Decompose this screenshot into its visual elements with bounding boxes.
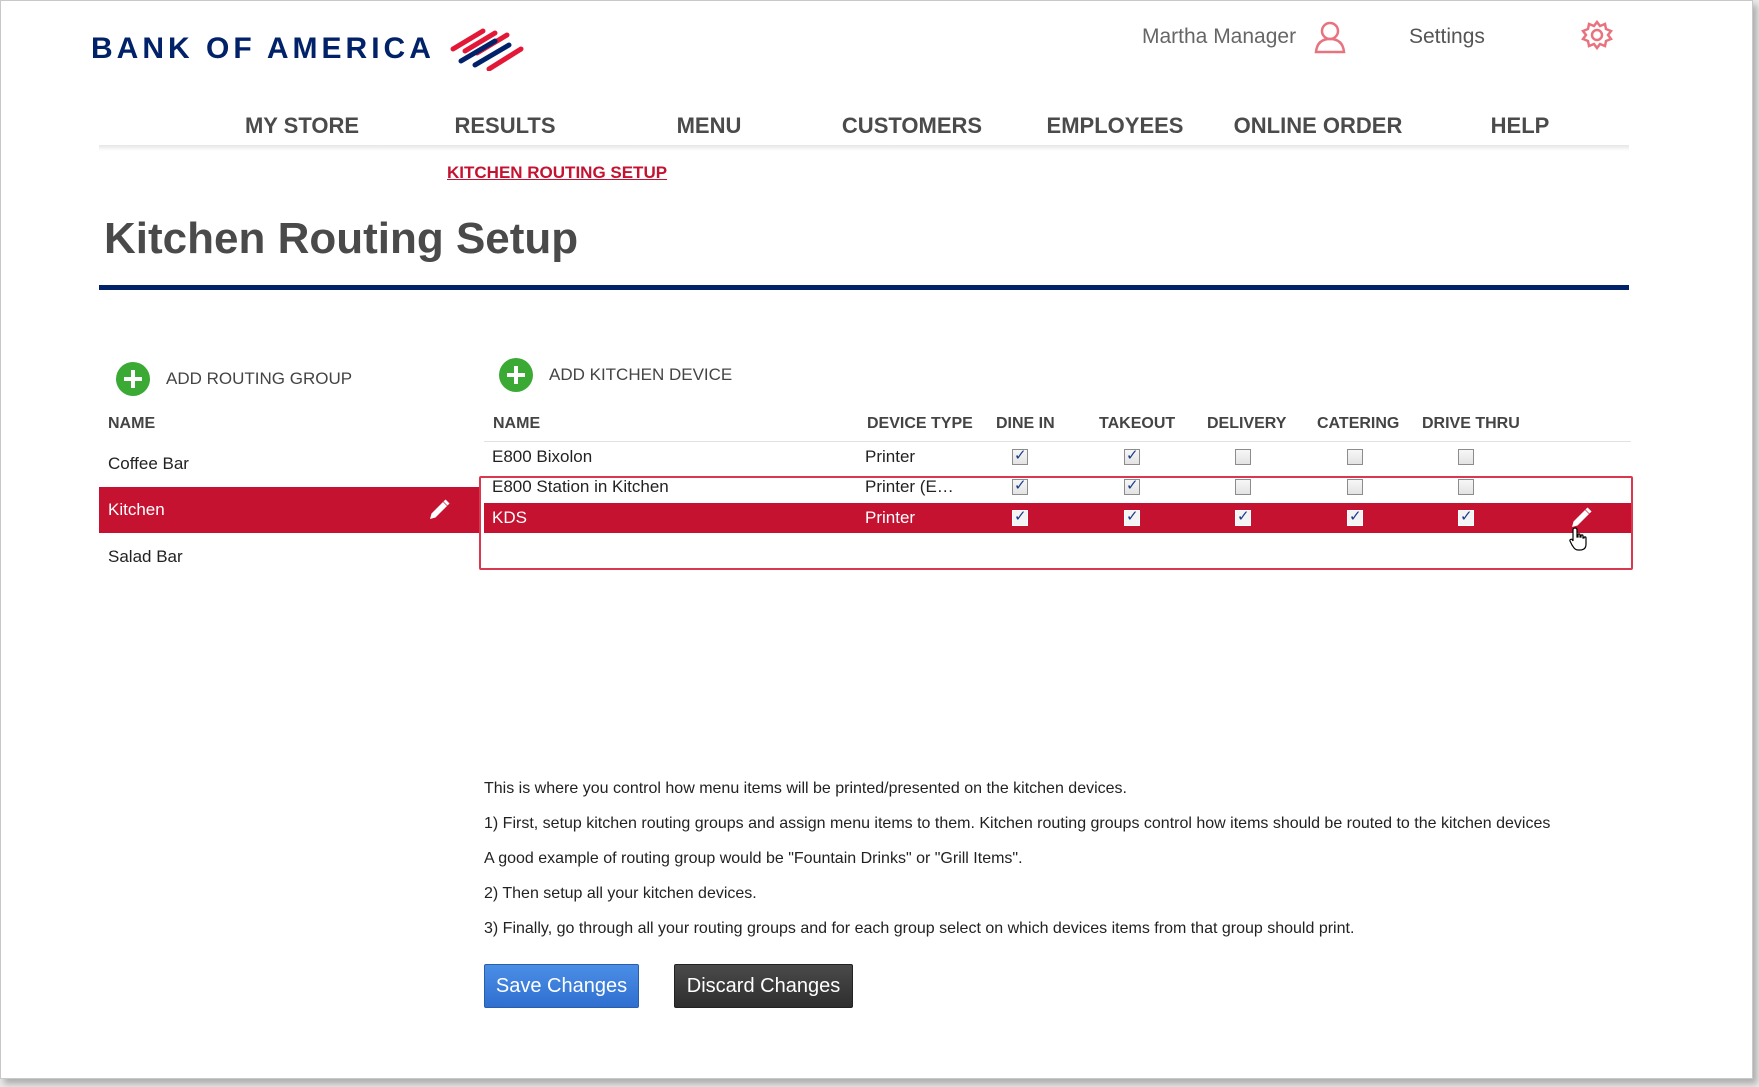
add-kitchen-device-label: ADD KITCHEN DEVICE [549,365,733,384]
checkbox-drive-thru[interactable] [1458,449,1474,465]
highlight-annotation [479,476,1633,570]
save-changes-button[interactable]: Save Changes [484,964,639,1008]
nav-menu[interactable]: MENU [677,113,742,139]
checkbox-takeout[interactable] [1124,446,1140,465]
instruction-text: 3) Finally, go through all your routing … [484,920,1355,937]
group-row-kitchen[interactable]: Kitchen [99,487,479,533]
instruction-text: 1) First, setup kitchen routing groups a… [484,815,1551,832]
nav-help[interactable]: HELP [1491,113,1550,139]
instruction-text: A good example of routing group would be… [484,850,1023,867]
user-icon[interactable] [1313,20,1347,54]
device-name: E800 Bixolon [492,447,593,466]
pencil-icon[interactable] [427,498,451,522]
nav-customers[interactable]: CUSTOMERS [842,113,982,139]
flag-logo-icon [450,28,524,71]
user-name[interactable]: Martha Manager [1142,25,1296,49]
discard-changes-button[interactable]: Discard Changes [674,964,853,1008]
add-routing-group-label: ADD ROUTING GROUP [166,369,353,388]
add-kitchen-device-button[interactable]: ADD KITCHEN DEVICE [499,358,732,392]
col-header-catering: CATERING [1317,415,1400,432]
group-row-salad-bar[interactable]: Salad Bar [99,534,479,580]
brand-logo[interactable]: BANK OF AMERICA [91,27,525,71]
checkbox-catering[interactable] [1347,449,1363,465]
groups-name-header: NAME [108,415,156,432]
page-title: Kitchen Routing Setup [104,214,579,263]
nav-results[interactable]: RESULTS [454,113,555,139]
nav-divider [99,145,1629,151]
col-header-delivery: DELIVERY [1207,415,1287,432]
checkbox-delivery[interactable] [1235,449,1251,465]
add-circle-icon [116,362,150,396]
group-name: Coffee Bar [108,454,189,473]
gear-icon[interactable] [1581,19,1613,51]
hand-cursor-icon [1569,527,1587,551]
add-routing-group-button[interactable]: ADD ROUTING GROUP [116,362,352,396]
instruction-text: This is where you control how menu items… [484,780,1127,797]
brand-name: BANK OF AMERICA [91,32,435,65]
subnav-kitchen-routing-setup[interactable]: KITCHEN ROUTING SETUP [447,163,667,183]
add-circle-icon [499,358,533,392]
group-name: Kitchen [108,500,165,519]
col-header-dine-in: DINE IN [996,415,1055,432]
checkbox-dine-in[interactable] [1012,446,1028,465]
group-row-coffee-bar[interactable]: Coffee Bar [99,441,479,487]
nav-employees[interactable]: EMPLOYEES [1047,113,1184,139]
settings-link[interactable]: Settings [1409,25,1485,49]
col-header-name: NAME [493,415,541,432]
device-row-e800-bixolon[interactable]: E800 Bixolon Printer [484,441,1631,472]
device-type: Printer [865,447,916,466]
group-name: Salad Bar [108,547,183,566]
instruction-text: 2) Then setup all your kitchen devices. [484,885,757,902]
nav-online-order[interactable]: ONLINE ORDER [1234,113,1403,139]
col-header-takeout: TAKEOUT [1099,415,1176,432]
col-header-device-type: DEVICE TYPE [867,415,973,432]
col-header-drive-thru: DRIVE THRU [1422,415,1520,432]
nav-my-store[interactable]: MY STORE [245,113,359,139]
title-divider [99,285,1629,290]
app-window: BANK OF AMERICA Martha Manager Settings … [0,0,1753,1079]
main-nav: MY STORE RESULTS MENU CUSTOMERS EMPLOYEE… [99,109,1629,149]
